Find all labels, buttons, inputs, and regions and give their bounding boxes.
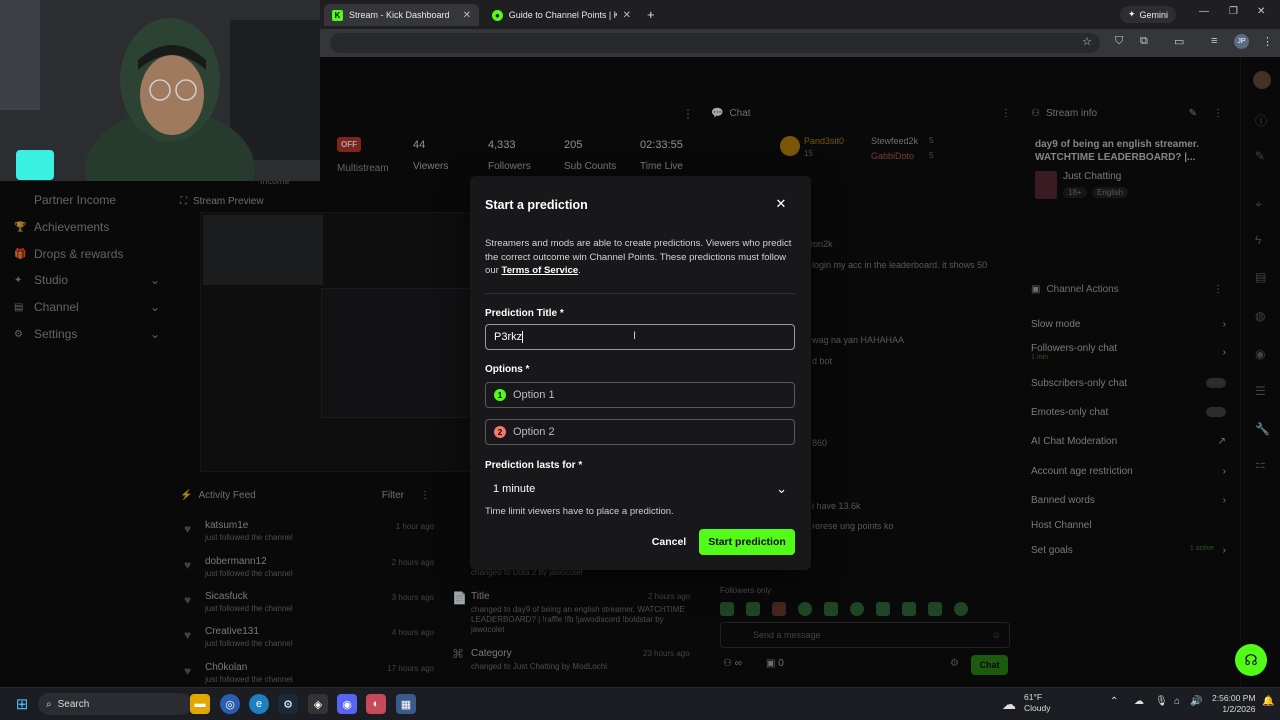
edge-icon[interactable]: e <box>249 694 269 714</box>
start-prediction-button[interactable]: Start prediction <box>699 529 795 555</box>
network-icon[interactable]: ⌂ <box>1174 696 1180 707</box>
kick-icon: K <box>332 9 343 21</box>
obs-icon[interactable]: ◐ <box>366 694 386 714</box>
extensions-icon[interactable]: ⧉ <box>1140 35 1148 48</box>
tray-chevron-icon[interactable]: ⌃ <box>1110 696 1118 707</box>
steam-icon[interactable]: ⚙ <box>278 694 298 714</box>
minimize-icon[interactable]: — <box>1199 6 1209 17</box>
windows-start-icon[interactable]: ⊞ <box>12 694 32 714</box>
tab-kick-dashboard[interactable]: K Stream - Kick Dashboard ✕ <box>324 4 479 26</box>
weather-widget[interactable]: 61°F Cloudy <box>1024 692 1050 714</box>
sparkle-icon: ✦ <box>1128 9 1136 19</box>
cancel-button[interactable]: Cancel <box>648 529 690 555</box>
prediction-title-label: Prediction Title * <box>485 308 564 319</box>
prediction-title-input[interactable]: P3rkz I <box>485 324 795 350</box>
chevron-down-icon: ⌄ <box>776 481 787 496</box>
tray-app-icon[interactable]: ☁ <box>1134 696 1144 707</box>
terms-of-service-link[interactable]: Terms of Service <box>502 265 579 276</box>
cloud-icon: ☁ <box>1002 696 1016 712</box>
webcam-image <box>0 0 320 181</box>
modal-title: Start a prediction <box>485 198 588 212</box>
option-2-badge: 2 <box>494 426 506 438</box>
modal-description: Streamers and mods are able to create pr… <box>485 238 792 276</box>
close-icon[interactable]: ✕ <box>773 196 789 212</box>
new-tab-button[interactable]: + <box>647 7 655 22</box>
volume-icon[interactable]: 🔊 <box>1190 696 1202 707</box>
option-2-input[interactable]: 2 Option 2 <box>485 419 795 445</box>
duration-select[interactable]: 1 minute ⌄ <box>485 478 795 500</box>
microphone-icon[interactable]: 🎙 <box>1155 696 1168 707</box>
options-label: Options * <box>485 364 530 375</box>
headset-icon: ☊ <box>1244 652 1258 669</box>
kick-icon: ● <box>492 9 503 21</box>
address-bar[interactable] <box>330 33 1100 53</box>
option-1-input[interactable]: 1 Option 1 <box>485 382 795 408</box>
bookmark-star-icon[interactable]: ☆ <box>1082 35 1092 48</box>
browser-menu-icon[interactable]: ⋮ <box>1262 35 1273 48</box>
media-icon[interactable]: ≡ <box>1211 35 1217 47</box>
duration-help: Time limit viewers have to place a predi… <box>485 506 674 517</box>
close-icon[interactable]: ✕ <box>463 10 471 21</box>
window-close-icon[interactable]: ✕ <box>1257 6 1265 17</box>
close-icon[interactable]: ✕ <box>623 10 631 21</box>
calculator-icon[interactable]: ▦ <box>396 694 416 714</box>
ibeam-cursor-icon: I <box>633 330 637 342</box>
file-explorer-icon[interactable]: ▬ <box>190 694 210 714</box>
divider <box>485 293 795 294</box>
search-icon: ⌕ <box>46 698 52 710</box>
shield-icon[interactable]: ⛉ <box>1115 35 1123 48</box>
chrome-icon[interactable]: ◎ <box>220 694 240 714</box>
taskbar: ⊞ ⌕ Search ▬ ◎ e ⚙ ◈ ◉ ◐ ▦ ☁ 61°F Cloudy ⌃… <box>0 687 1280 720</box>
clock[interactable]: 2:56:00 PM 1/2/2026 <box>1212 693 1255 715</box>
support-button[interactable]: ☊ <box>1235 644 1267 676</box>
app-icon[interactable]: ◈ <box>308 694 328 714</box>
discord-icon[interactable]: ◉ <box>337 694 357 714</box>
webcam-overlay <box>0 0 320 181</box>
prediction-modal: Start a prediction ✕ Streamers and mods … <box>470 176 811 570</box>
option-1-badge: 1 <box>494 389 506 401</box>
duration-label: Prediction lasts for * <box>485 460 583 471</box>
restore-icon[interactable]: ❐ <box>1229 6 1238 17</box>
profile-avatar[interactable]: JP <box>1234 34 1249 49</box>
tab-channel-points-guide[interactable]: ●Guide to Channel Points | Kick✕ <box>484 4 639 26</box>
cast-icon[interactable]: ▭ <box>1174 35 1184 48</box>
text-cursor <box>522 331 524 343</box>
gemini-button[interactable]: ✦ Gemini <box>1120 6 1177 23</box>
notifications-icon[interactable]: 🔔 <box>1262 696 1274 707</box>
taskbar-search[interactable]: ⌕ Search <box>38 693 192 715</box>
